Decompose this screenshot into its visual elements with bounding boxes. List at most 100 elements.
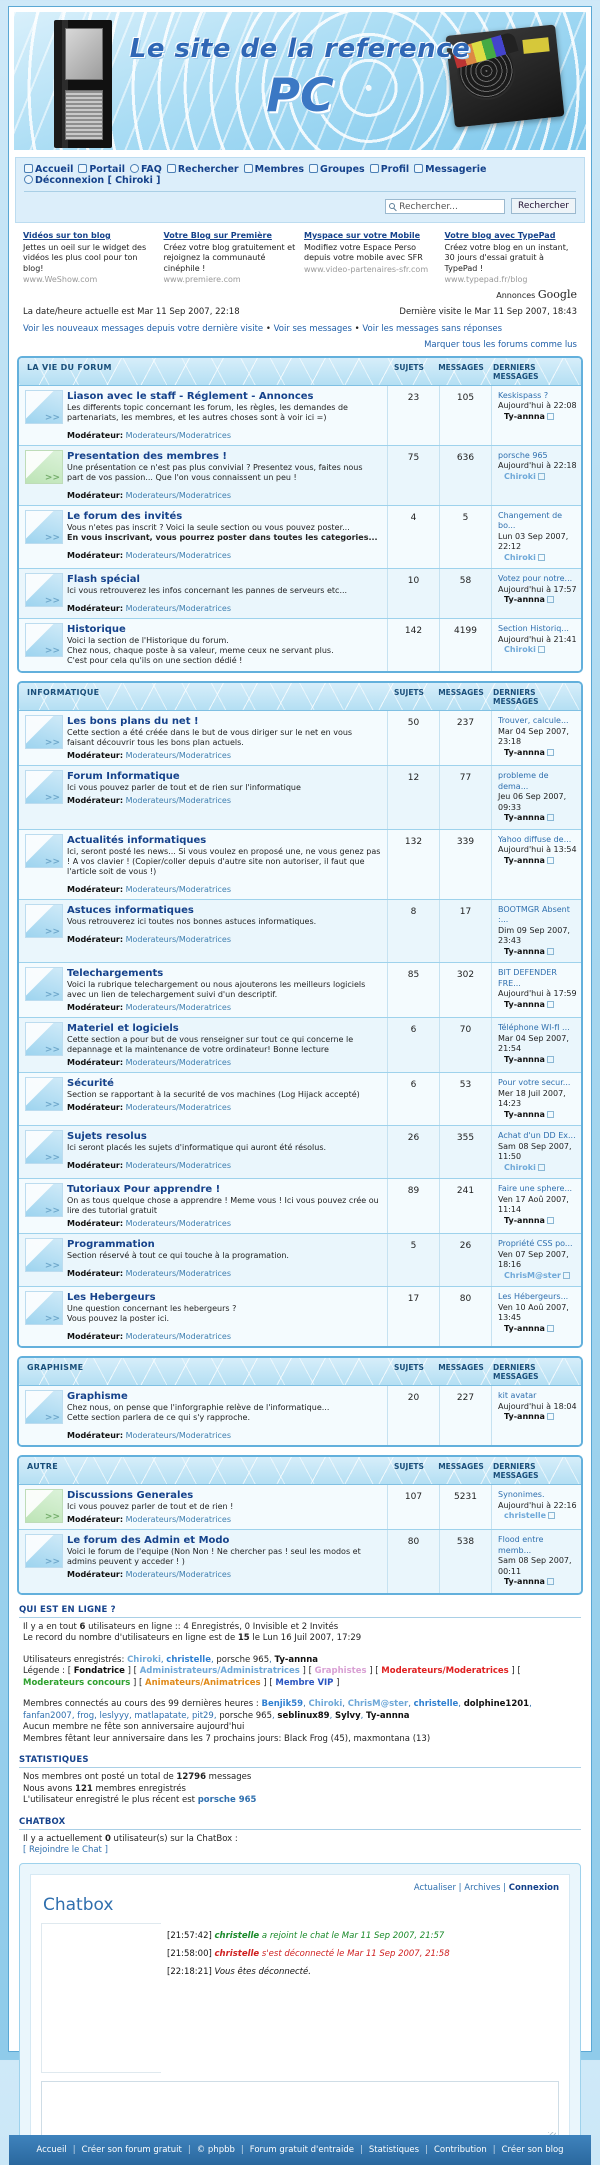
goto-last-post-icon[interactable] — [546, 1216, 554, 1224]
chat-author[interactable]: christelle — [215, 1949, 260, 1959]
goto-last-post-icon[interactable] — [546, 1110, 554, 1118]
moderator-link[interactable]: Moderateurs/Moderatrices — [123, 935, 231, 944]
last-post-subject[interactable]: Faire une sphere... — [498, 1184, 577, 1195]
forum-title-link[interactable]: Sécurité — [67, 1078, 381, 1089]
goto-last-post-icon[interactable] — [537, 646, 545, 653]
user-name[interactable]: , — [529, 1699, 532, 1709]
forum-title-link[interactable]: Actualités informatiques — [67, 835, 381, 846]
forum-title-link[interactable]: Graphisme — [67, 1391, 381, 1402]
user-name[interactable]: frog — [77, 1711, 94, 1721]
moderator-link[interactable]: Moderateurs/Moderatrices — [123, 1431, 231, 1440]
user-name[interactable]: christelle — [414, 1699, 459, 1709]
moderator-link[interactable]: Moderateurs/Moderatrices — [123, 796, 231, 805]
search-button[interactable]: Rechercher — [511, 198, 576, 214]
ad-title[interactable]: Votre blog avec TypePad — [445, 231, 578, 242]
forum-title-link[interactable]: Les Hebergeurs — [67, 1292, 381, 1303]
nav-item-profil[interactable]: Profil — [369, 164, 409, 175]
chat-author[interactable]: christelle — [215, 1931, 260, 1941]
user-name[interactable]: porsche 965 — [216, 1655, 269, 1665]
user-name[interactable]: Chiroki — [308, 1699, 342, 1709]
last-post-subject[interactable]: Yahoo diffuse de... — [498, 835, 577, 846]
last-post-subject[interactable]: Section Historiq... — [498, 624, 577, 635]
moderator-link[interactable]: Moderateurs/Moderatrices — [123, 751, 231, 760]
user-name[interactable]: christelle — [166, 1655, 211, 1665]
footer-link-phpbb[interactable]: © phpbb — [197, 2145, 235, 2155]
last-post-subject[interactable]: probleme de dema... — [498, 771, 577, 792]
moderator-link[interactable]: Moderateurs/Moderatrices — [123, 1058, 231, 1067]
forum-title-link[interactable]: Programmation — [67, 1239, 381, 1250]
join-chat-link[interactable]: [ Rejoindre le Chat ] — [23, 1845, 108, 1855]
link-own-messages[interactable]: Voir ses messages — [274, 324, 352, 334]
forum-title-link[interactable]: Materiel et logiciels — [67, 1023, 381, 1034]
forum-title-link[interactable]: Tutoriaux Pour apprendre ! — [67, 1184, 381, 1195]
last-post-author[interactable]: Ty-annna — [504, 1216, 545, 1225]
last-post-subject[interactable]: Téléphone WI-fI ... — [498, 1023, 577, 1034]
footer-link-cr-er-son-blog[interactable]: Créer son blog — [502, 2145, 564, 2155]
footer-link-statistiques[interactable]: Statistiques — [369, 2145, 419, 2155]
last-post-author[interactable]: Ty-annna — [504, 1324, 545, 1333]
user-name[interactable]: dolphine1201 — [464, 1699, 529, 1709]
user-name[interactable]: Ty-annna — [366, 1711, 409, 1721]
last-post-author[interactable]: Ty-annna — [504, 1110, 545, 1119]
last-post-author[interactable]: Chiroki — [504, 472, 536, 481]
moderator-link[interactable]: Moderateurs/Moderatrices — [123, 1515, 231, 1524]
chatbox-input[interactable] — [41, 2080, 559, 2143]
forum-title-link[interactable]: Discussions Generales — [67, 1490, 381, 1501]
last-post-subject[interactable]: Synonimes. — [498, 1490, 577, 1501]
goto-last-post-icon[interactable] — [537, 553, 545, 561]
goto-last-post-icon[interactable] — [548, 1512, 556, 1519]
chat-tool-connexion[interactable]: Connexion — [509, 1883, 559, 1893]
nav-item-portail[interactable]: Portail — [78, 164, 125, 175]
last-post-author[interactable]: Ty-annna — [504, 595, 545, 604]
nav-item-groupes[interactable]: Groupes — [309, 164, 365, 175]
goto-last-post-icon[interactable] — [546, 1578, 554, 1585]
chat-tool-actualiser[interactable]: Actualiser — [414, 1883, 456, 1893]
last-post-subject[interactable]: Votez pour notre... — [498, 574, 577, 585]
last-post-subject[interactable]: Achat d'un DD Ex... — [498, 1131, 577, 1142]
last-post-author[interactable]: Chiroki — [504, 553, 536, 562]
last-post-subject[interactable]: porsche 965 — [498, 451, 577, 462]
mark-all-read-link[interactable]: Marquer tous les forums comme lus — [424, 340, 577, 350]
goto-last-post-icon[interactable] — [562, 1271, 570, 1279]
goto-last-post-icon[interactable] — [546, 856, 554, 864]
goto-last-post-icon[interactable] — [546, 1413, 554, 1420]
forum-title-link[interactable]: Sujets resolus — [67, 1131, 381, 1142]
moderator-link[interactable]: Moderateurs/Moderatrices — [123, 1103, 231, 1112]
nav-item-messagerie[interactable]: Messagerie — [414, 164, 486, 175]
last-post-author[interactable]: Ty-annna — [504, 748, 545, 757]
forum-title-link[interactable]: Historique — [67, 624, 381, 635]
last-post-author[interactable]: Chiroki — [504, 645, 536, 654]
goto-last-post-icon[interactable] — [546, 1324, 554, 1332]
goto-last-post-icon[interactable] — [546, 412, 554, 420]
forum-title-link[interactable]: Forum Informatique — [67, 771, 381, 782]
search-input[interactable]: Rechercher... — [385, 198, 506, 214]
nav-item-membres[interactable]: Membres — [243, 164, 304, 175]
last-post-author[interactable]: Ty-annna — [504, 1000, 545, 1009]
last-post-subject[interactable]: Flood entre memb... — [498, 1535, 577, 1556]
goto-last-post-icon[interactable] — [546, 748, 554, 756]
last-post-author[interactable]: ChrisM@ster — [504, 1271, 561, 1280]
newest-member-link[interactable]: porsche 965 — [198, 1795, 257, 1805]
user-name[interactable]: pit29 — [192, 1711, 214, 1721]
user-name[interactable]: leslyyy — [100, 1711, 129, 1721]
forum-title-link[interactable]: Liason avec le staff - Réglement - Annon… — [67, 391, 381, 402]
nav-item-accueil[interactable]: Accueil — [24, 164, 73, 175]
user-name[interactable]: seblinux89 — [277, 1711, 329, 1721]
chat-tool-archives[interactable]: Archives — [464, 1883, 500, 1893]
forum-title-link[interactable]: Telechargements — [67, 968, 381, 979]
footer-link-contribution[interactable]: Contribution — [434, 2145, 487, 2155]
last-post-subject[interactable]: kit avatar — [498, 1391, 577, 1402]
moderator-link[interactable]: Moderateurs/Moderatrices — [123, 604, 231, 613]
goto-last-post-icon[interactable] — [546, 1000, 554, 1008]
user-name[interactable]: Ty-annna — [275, 1655, 318, 1665]
moderator-link[interactable]: Moderateurs/Moderatrices — [123, 885, 231, 894]
last-post-author[interactable]: Ty-annna — [504, 412, 545, 421]
forum-title-link[interactable]: Les bons plans du net ! — [67, 716, 381, 727]
forum-title-link[interactable]: Le forum des Admin et Modo — [67, 1535, 381, 1546]
user-name[interactable]: Sylvy — [335, 1711, 361, 1721]
nav-item-rechercher[interactable]: Rechercher — [166, 164, 239, 175]
last-post-subject[interactable]: BOOTMGR Absent :... — [498, 905, 577, 926]
last-post-subject[interactable]: Pour votre secur... — [498, 1078, 577, 1089]
ad-title[interactable]: Vidéos sur ton blog — [23, 231, 156, 242]
user-name[interactable]: porsche 965 — [219, 1711, 272, 1721]
